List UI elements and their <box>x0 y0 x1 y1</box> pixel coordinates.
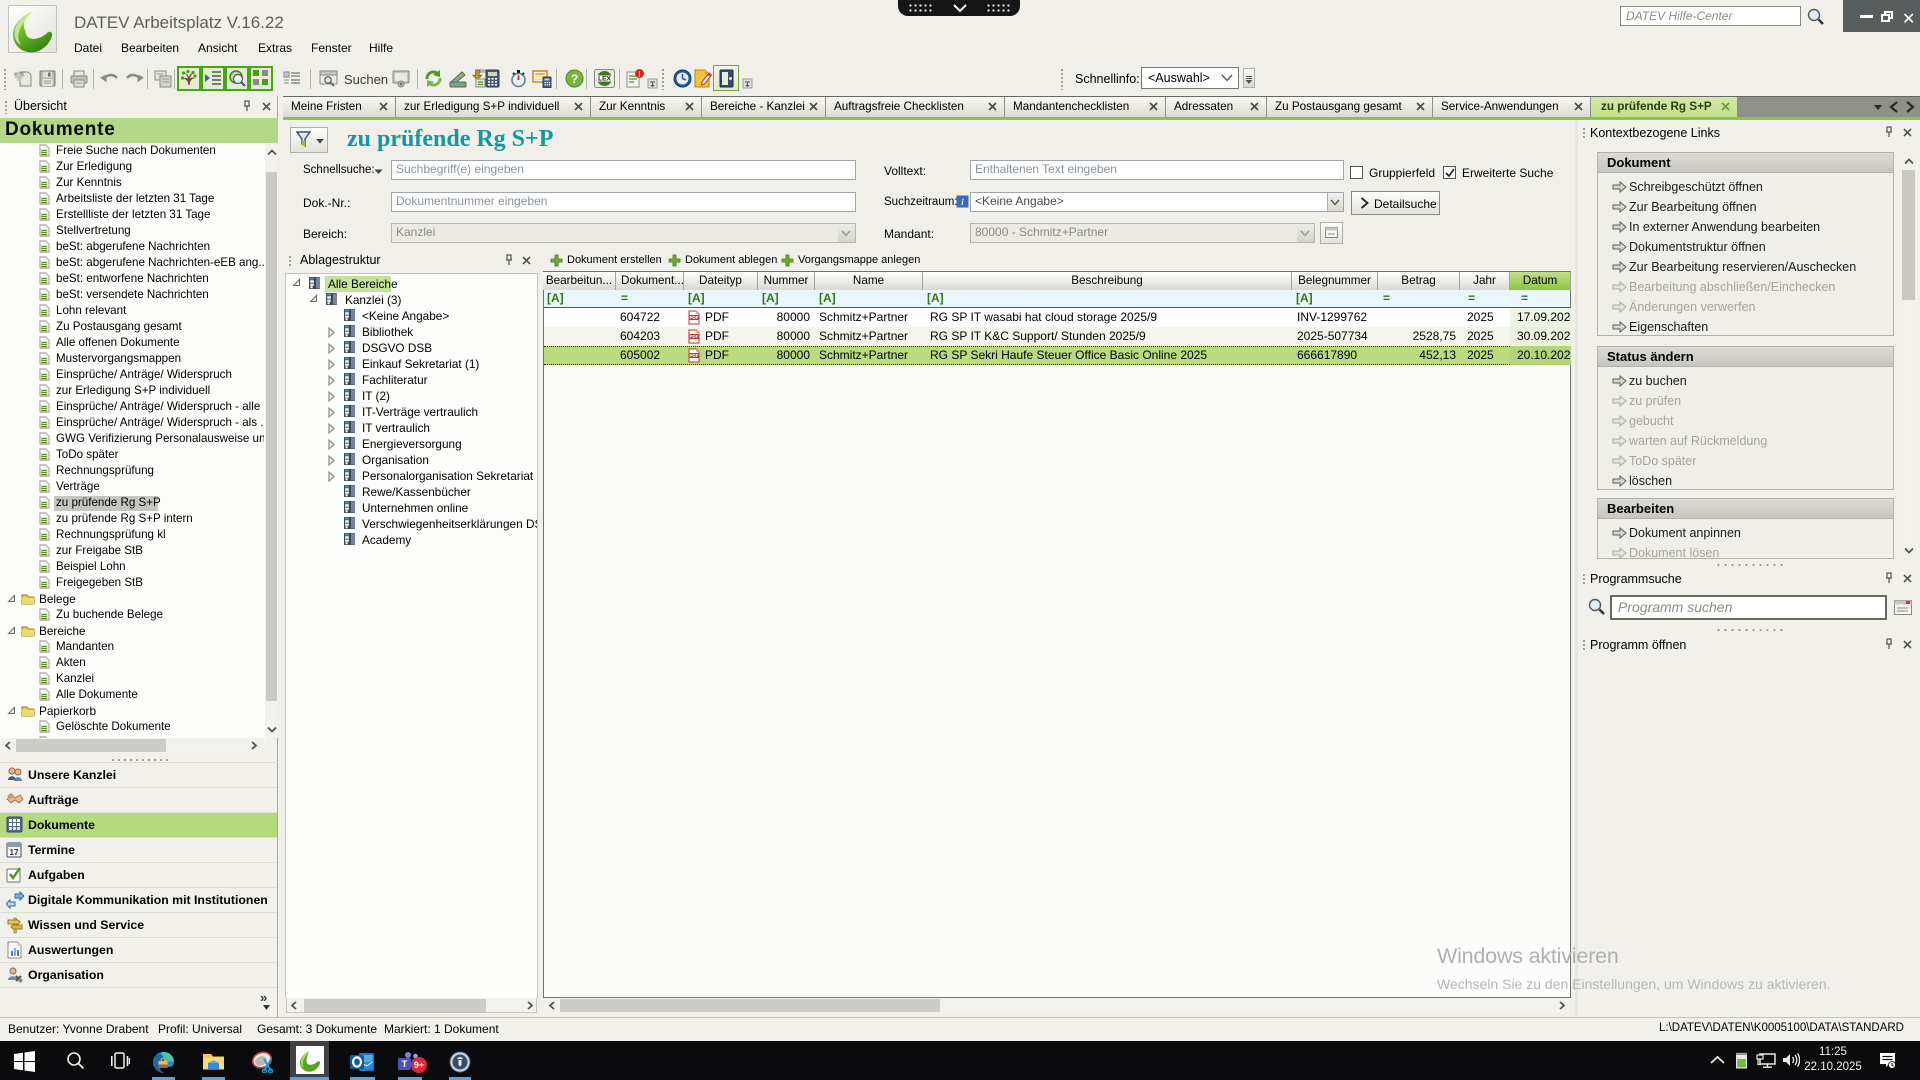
svg-text:?: ? <box>571 72 578 86</box>
svg-text:!: ! <box>638 69 641 78</box>
svg-text:PDF: PDF <box>690 353 699 358</box>
svg-text:LEX: LEX <box>598 76 611 83</box>
svg-text:PDF: PDF <box>690 315 699 320</box>
svg-text:17: 17 <box>10 848 19 857</box>
svg-text:PDF: PDF <box>690 334 699 339</box>
svg-text:T: T <box>402 1059 408 1069</box>
